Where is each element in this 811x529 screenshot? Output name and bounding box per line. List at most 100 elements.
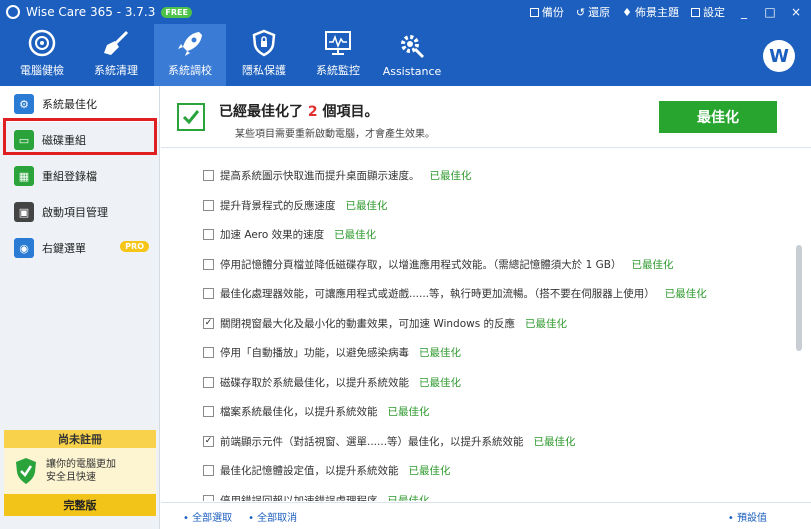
option-text: 前端顯示元件（對話視窗、選單......等）最佳化，以提升系統效能 [220,435,524,448]
tool-privacy-protector[interactable]: 隱私保護 [228,24,300,86]
pro-badge: PRO [120,241,149,252]
optimized-tag: 已最佳化 [419,376,461,389]
option-text: 停用錯誤回報以加速錯誤處理程序 [220,494,378,501]
checkbox-checked[interactable]: ✓ [203,317,214,329]
checkbox[interactable] [203,406,214,418]
status-title-suffix: 個項目。 [322,104,379,120]
full-version-button[interactable]: 完整版 [4,494,156,516]
list-item[interactable]: 停用記憶體分頁檔並降低磁碟存取，以增進應用程式效能。（需總記憶體須大於 1 GB… [161,250,793,280]
checkbox-checked[interactable]: ✓ [203,435,214,447]
app-title: Wise Care 365 - 3.7.3 [26,5,156,19]
optimized-tag: 已最佳化 [387,406,430,419]
optimized-tag: 已最佳化 [345,199,388,212]
option-text: 停用「自動播放」功能，以避免感染病毒 [220,347,409,360]
shield-icon [249,29,279,57]
optimized-tag: 已最佳化 [419,347,461,360]
status-subtitle: 某些項目需要重新啟動電腦，才會產生效果。 [235,129,435,140]
restore-label: 還原 [588,6,611,19]
scrollbar-thumb[interactable] [796,245,802,351]
main-toolbar: 電腦健檢 系統清理 系統調校 隱私保護 系統監控 Assistance W [0,24,811,86]
checkbox[interactable] [203,199,214,211]
option-text: 停用記憶體分頁檔並降低磁碟存取，以增進應用程式效能。（需總記憶體須大於 1 GB… [220,258,622,271]
list-scrollbar[interactable] [793,161,805,501]
sidebar-item-startup-manager[interactable]: ▣ 啟動項目管理 [0,194,159,230]
tool-system-cleaner[interactable]: 系統清理 [80,24,152,86]
status-title: 已經最佳化了 2 個項目。 [219,101,379,121]
startup-icon: ▣ [14,202,34,222]
option-text: 提升背景程式的反應速度 [220,199,336,212]
tool-label: 系統監控 [316,64,360,77]
option-text: 關閉視窗最大化及最小化的動畫效果，可加速 Windows 的反應 [220,317,516,330]
option-text: 加速 Aero 效果的速度 [220,229,325,242]
checkbox[interactable] [203,494,214,501]
unregistered-title: 尚未註冊 [4,430,156,448]
maximize-button[interactable]: □ [763,5,777,19]
settings-label: 設定 [703,6,725,19]
unregistered-msg-line-2: 安全且快速 [46,472,96,483]
checkbox[interactable] [203,465,214,477]
select-all-link[interactable]: • 全部選取 [183,509,232,524]
minimize-button[interactable]: _ [737,5,751,19]
highlight-frame [3,118,157,155]
optimize-button[interactable]: 最佳化 [659,101,777,133]
optimized-tag: 已最佳化 [631,258,674,271]
avatar[interactable]: W [763,40,795,72]
tool-label: Assistance [382,65,442,78]
status-title-prefix: 已經最佳化了 [219,104,303,120]
list-item[interactable]: ✓ 前端顯示元件（對話視窗、選單......等）最佳化，以提升系統效能 已最佳化 [161,427,793,457]
theme-button[interactable]: ♦ 佈景主題 [622,4,679,20]
list-item[interactable]: 檔案系統最佳化，以提升系統效能 已最佳化 [161,397,793,427]
backup-label: 備份 [541,6,564,19]
default-link[interactable]: • 預設值 [728,509,767,524]
unregistered-msg-line-1: 讓你的電腦更加 [46,459,116,470]
option-text: 提高系統圖示快取進而提升桌面顯示速度。 [220,170,420,183]
tool-pc-checkup[interactable]: 電腦健檢 [6,24,78,86]
optimization-list: 提高系統圖示快取進而提升桌面顯示速度。 已最佳化 提升背景程式的反應速度 已最佳化 … [161,161,793,501]
sidebar-item-label: 右鍵選單 [42,242,86,255]
checkbox[interactable] [203,258,214,270]
default-label: 預設值 [737,512,767,524]
checkbox[interactable] [203,229,214,241]
list-item[interactable]: 停用「自動播放」功能，以避免感染病毒 已最佳化 [161,338,793,368]
optimized-tag: 已最佳化 [387,494,430,501]
title-bar: Wise Care 365 - 3.7.3 FREE 備份 ↺ 還原 ♦ 佈景主題 … [0,0,811,24]
settings-button[interactable]: 設定 [691,4,725,20]
deselect-all-link[interactable]: • 全部取消 [248,509,297,524]
sidebar-item-registry-defrag[interactable]: ▦ 重組登錄檔 [0,158,159,194]
list-item[interactable]: 提高系統圖示快取進而提升桌面顯示速度。 已最佳化 [161,161,793,191]
optimize-icon: ⚙ [14,94,34,114]
list-item[interactable]: 最佳化處理器效能，可讓應用程式或遊戲......等，執行時更加流暢。（搭不要在伺… [161,279,793,309]
rocket-icon [175,29,205,57]
tool-label: 隱私保護 [242,64,286,77]
restore-button[interactable]: ↺ 還原 [576,4,610,20]
list-item[interactable]: ✓ 關閉視窗最大化及最小化的動畫效果，可加速 Windows 的反應 已最佳化 [161,309,793,339]
optimized-tag: 已最佳化 [334,229,377,242]
list-item[interactable]: 提升背景程式的反應速度 已最佳化 [161,191,793,221]
tool-system-tuneup[interactable]: 系統調校 [154,24,226,86]
checkmark-icon [177,103,205,131]
list-item[interactable]: 磁碟存取於系統最佳化，以提升系統效能 已最佳化 [161,368,793,398]
list-footer: • 全部選取 • 全部取消 • 預設值 [161,502,811,529]
list-item[interactable]: 最佳化記憶體設定值，以提升系統效能 已最佳化 [161,456,793,486]
sidebar-item-context-menu[interactable]: ◉ 右鍵選單 PRO [0,230,159,266]
tool-assistance[interactable]: Assistance [376,24,448,86]
theme-label: 佈景主題 [635,6,679,19]
sidebar-item-system-optimization[interactable]: ⚙ 系統最佳化 [0,86,159,122]
checkbox[interactable] [203,288,214,300]
backup-button[interactable]: 備份 [529,4,564,20]
optimized-tag: 已最佳化 [429,170,472,183]
close-button[interactable]: × [789,5,803,19]
tool-system-monitor[interactable]: 系統監控 [302,24,374,86]
checkbox[interactable] [203,170,214,182]
list-item[interactable]: 加速 Aero 效果的速度 已最佳化 [161,220,793,250]
list-item[interactable]: 停用錯誤回報以加速錯誤處理程序 已最佳化 [161,486,793,501]
settings-icon [691,7,700,17]
sidebar-item-label: 重組登錄檔 [42,170,97,183]
sidebar-item-label: 系統最佳化 [42,98,97,111]
optimized-tag: 已最佳化 [533,435,576,448]
checkbox[interactable] [203,376,214,388]
checkbox[interactable] [203,347,214,359]
green-shield-icon [14,457,38,485]
optimized-tag: 已最佳化 [664,288,707,301]
mouse-icon: ◉ [14,238,34,258]
